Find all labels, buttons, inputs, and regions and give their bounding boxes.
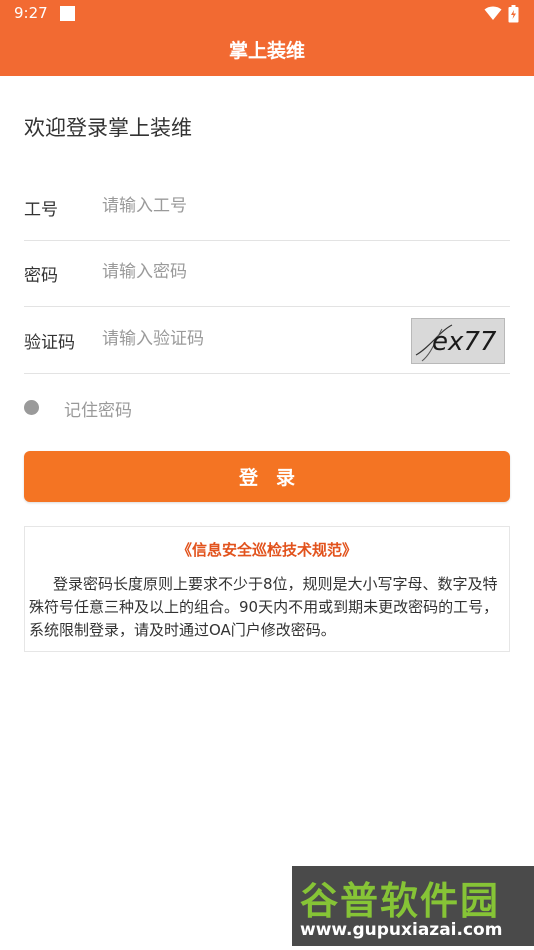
status-time: 9:27	[14, 4, 48, 22]
watermark-url: www.gupuxiazai.com	[300, 920, 503, 940]
captcha-row: 验证码 ex77	[24, 307, 510, 374]
employee-id-label: 工号	[24, 200, 58, 220]
captcha-label: 验证码	[24, 333, 75, 353]
captcha-image[interactable]: ex77	[411, 318, 505, 364]
password-row: 密码	[24, 240, 510, 307]
remember-radio-icon[interactable]	[24, 400, 39, 415]
employee-id-row: 工号	[24, 174, 510, 241]
remember-password-toggle[interactable]: 记住密码	[24, 394, 224, 422]
notice-title: 《信息安全巡检技术规范》	[176, 541, 357, 559]
app-title: 掌上装维	[228, 40, 305, 62]
password-input[interactable]	[102, 258, 402, 286]
captcha-image-graphic: ex77	[415, 324, 497, 362]
captcha-text: ex77	[432, 327, 497, 357]
watermark-title: 谷普软件园	[300, 879, 501, 923]
captcha-input[interactable]	[102, 325, 382, 353]
security-notice: 《信息安全巡检技术规范》 登录密码长度原则上要求不少于8位，规则是大小写字母、数…	[24, 526, 510, 652]
remember-password-label: 记住密码	[64, 401, 132, 421]
welcome-heading: 欢迎登录掌上装维	[24, 116, 192, 140]
app-header: 9:27 掌上装维	[0, 0, 534, 76]
wifi-icon	[484, 6, 502, 20]
notification-icon	[60, 6, 75, 21]
notice-body: 登录密码长度原则上要求不少于8位，规则是大小写字母、数字及特殊符号任意三种及以上…	[29, 575, 499, 639]
site-watermark: 谷普软件园 www.gupuxiazai.com	[292, 866, 534, 946]
password-label: 密码	[24, 266, 58, 286]
login-button[interactable]: 登录	[24, 451, 510, 502]
status-bar: 9:27	[0, 0, 534, 28]
employee-id-input[interactable]	[102, 192, 402, 220]
battery-icon	[508, 5, 519, 23]
